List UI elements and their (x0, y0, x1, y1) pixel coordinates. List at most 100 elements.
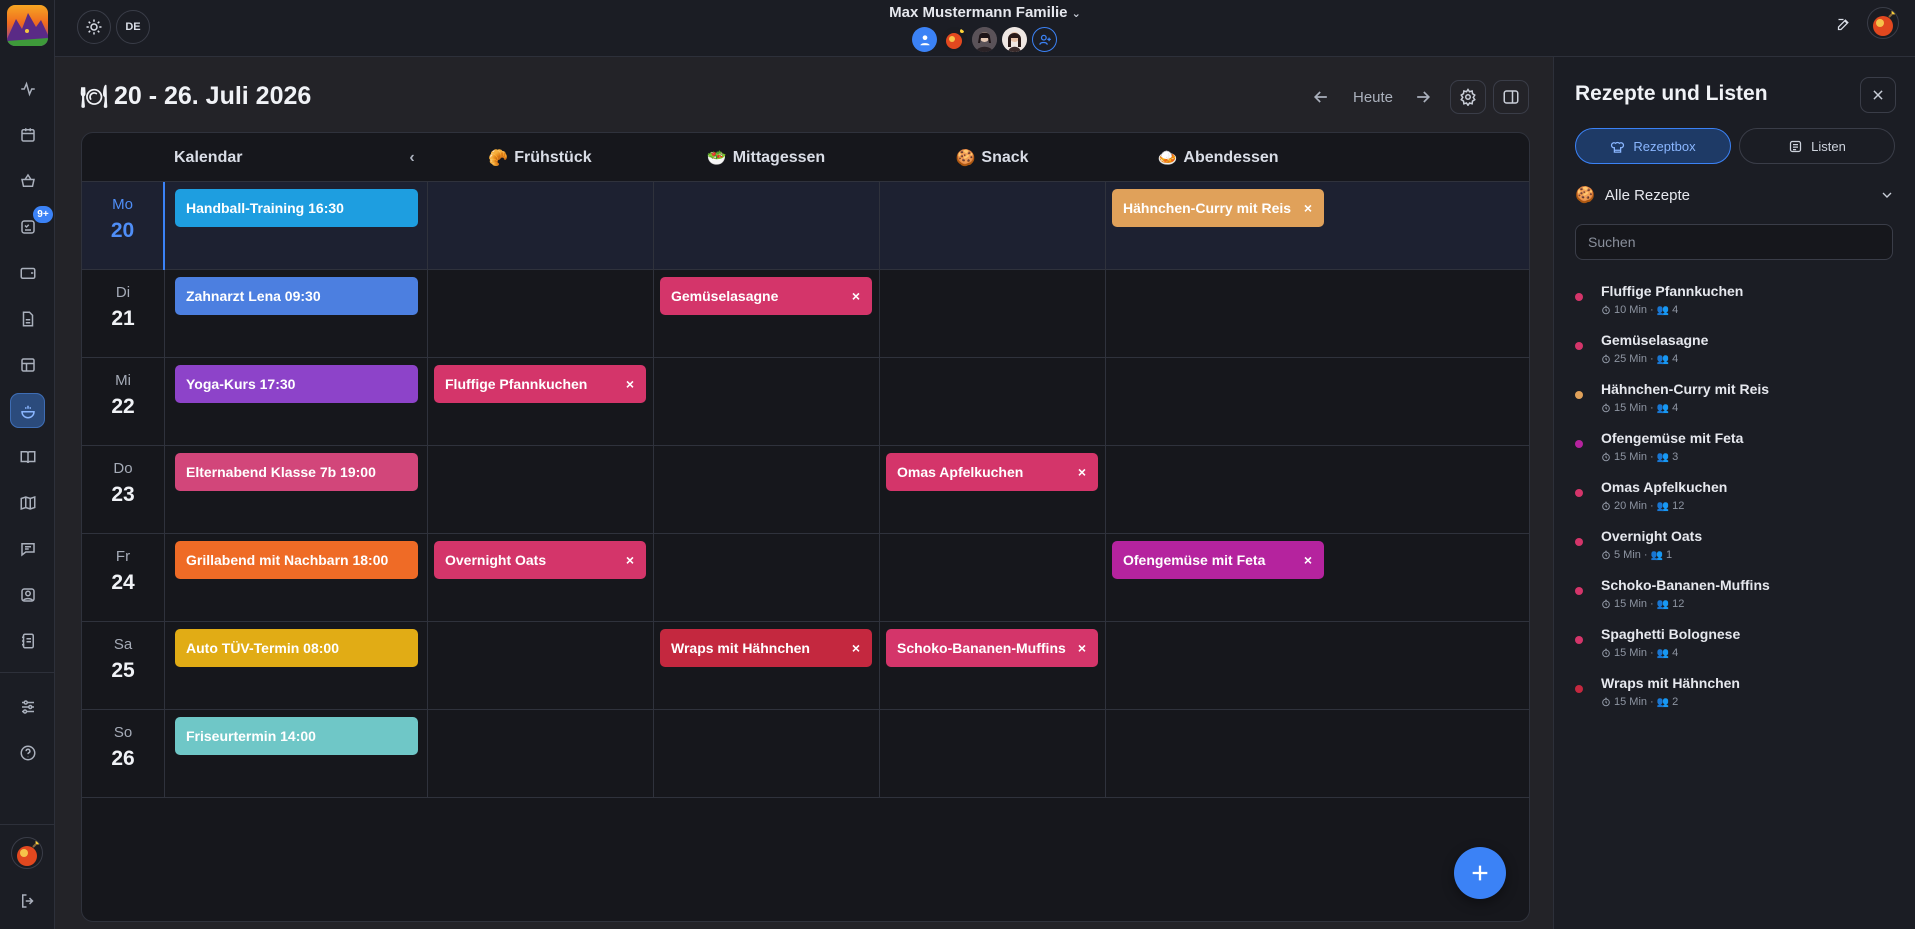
meal-entry[interactable]: Wraps mit Hähnchen × (660, 629, 872, 667)
salad-icon: 🥗 (706, 149, 727, 167)
meal-label: Fluffige Pfannkuchen (445, 376, 588, 392)
remove-meal-icon[interactable]: × (1078, 453, 1086, 491)
remove-meal-icon[interactable]: × (626, 541, 634, 579)
meal-icon[interactable] (10, 393, 45, 428)
user-avatar[interactable] (11, 837, 43, 869)
tab-rezeptbox[interactable]: Rezeptbox (1575, 128, 1731, 164)
next-week-button[interactable] (1408, 80, 1438, 114)
settings-gear-icon[interactable] (1450, 80, 1486, 114)
activity-icon[interactable] (10, 71, 45, 106)
column-label: Snack (981, 148, 1029, 166)
calendar-event[interactable]: Grillabend mit Nachbarn 18:00 (175, 541, 418, 579)
recipe-item[interactable]: Spaghetti Bolognese 15 Min · 👥 4 (1575, 626, 1895, 674)
calendar-event[interactable]: Friseurtermin 14:00 (175, 717, 418, 755)
calendar-event[interactable]: Zahnarzt Lena 09:30 (175, 277, 418, 315)
recipe-item[interactable]: Overnight Oats 5 Min · 👥 1 (1575, 528, 1895, 576)
calendar-event[interactable]: Elternabend Klasse 7b 19:00 (175, 453, 418, 491)
chat-icon[interactable] (10, 531, 45, 566)
recipe-color-dot (1575, 636, 1583, 644)
member-avatar-bomb[interactable] (942, 27, 967, 52)
member-avatar-user-icon[interactable] (912, 27, 937, 52)
toggle-panel-icon[interactable] (1493, 80, 1529, 114)
add-member-icon[interactable] (1032, 27, 1057, 52)
close-icon[interactable] (1860, 77, 1896, 113)
meal-entry[interactable]: Omas Apfelkuchen × (886, 453, 1098, 491)
photo-icon[interactable] (10, 577, 45, 612)
app-logo[interactable] (7, 5, 48, 46)
recipe-item[interactable]: Schoko-Bananen-Muffins 15 Min · 👥 12 (1575, 577, 1895, 625)
recipe-time: 15 Min (1614, 696, 1648, 708)
recipe-name: Schoko-Bananen-Muffins (1601, 577, 1770, 593)
basket-icon[interactable] (10, 163, 45, 198)
member-avatar-photo-2[interactable] (1002, 27, 1027, 52)
map-icon[interactable] (10, 485, 45, 520)
servings-icon: 👥 (1656, 598, 1670, 610)
day-name: Fr (115, 548, 131, 565)
meta-separator: · (1643, 549, 1648, 561)
rail-divider (0, 672, 55, 673)
calendar-icon[interactable] (10, 117, 45, 152)
calendar-event[interactable]: Auto TÜV-Termin 08:00 (175, 629, 418, 667)
sidebar: 9+ (0, 0, 55, 929)
recipe-time: 20 Min (1614, 500, 1648, 512)
family-selector[interactable]: Max Mustermann Familie ⌄ (55, 4, 1915, 21)
recipe-name: Overnight Oats (1601, 528, 1703, 544)
meal-entry[interactable]: Schoko-Bananen-Muffins × (886, 629, 1098, 667)
servings-icon: 👥 (1656, 353, 1670, 365)
meal-entry[interactable]: Fluffige Pfannkuchen × (434, 365, 646, 403)
meal-entry[interactable]: Hähnchen-Curry mit Reis × (1112, 189, 1324, 227)
member-avatar-photo-1[interactable] (972, 27, 997, 52)
help-icon[interactable] (10, 735, 45, 770)
remove-meal-icon[interactable]: × (852, 277, 860, 315)
table-icon[interactable] (10, 347, 45, 382)
meal-entry[interactable]: Overnight Oats × (434, 541, 646, 579)
column-label: Mittagessen (732, 148, 826, 166)
curry-icon: 🍛 (1157, 149, 1178, 167)
logout-icon[interactable] (10, 883, 45, 918)
remove-meal-icon[interactable]: × (1078, 629, 1086, 667)
recipe-meta: 15 Min · 👥 12 (1601, 598, 1684, 610)
day-cell: So 26 (82, 710, 165, 798)
account-avatar[interactable] (1867, 7, 1899, 39)
meal-label: Omas Apfelkuchen (897, 464, 1024, 480)
meal-entry[interactable]: Gemüselasagne × (660, 277, 872, 315)
recipe-item[interactable]: Hähnchen-Curry mit Reis 15 Min · 👥 4 (1575, 381, 1895, 429)
wallet-icon[interactable] (10, 255, 45, 290)
remove-meal-icon[interactable]: × (626, 365, 634, 403)
recipe-filter-dropdown[interactable]: 🍪 Alle Rezepte (1575, 185, 1895, 205)
recipe-item[interactable]: Ofengemüse mit Feta 15 Min · 👥 3 (1575, 430, 1895, 478)
remove-meal-icon[interactable]: × (1304, 541, 1312, 579)
tab-listen[interactable]: Listen (1739, 128, 1895, 164)
remove-meal-icon[interactable]: × (852, 629, 860, 667)
notebook-icon[interactable] (10, 623, 45, 658)
recipe-item[interactable]: Gemüselasagne 25 Min · 👥 4 (1575, 332, 1895, 380)
prev-week-button[interactable] (1306, 80, 1336, 114)
recipe-search-input[interactable] (1575, 224, 1893, 260)
servings-icon: 👥 (1656, 500, 1670, 512)
collapse-calendar-icon[interactable]: ‹ (397, 133, 427, 182)
calendar-row: Mo 20 Handball-Training 16:30 Hähnchen-Curr… (82, 182, 1529, 270)
tasks-badge: 9+ (33, 206, 53, 223)
add-meal-button[interactable] (1454, 847, 1506, 899)
recipe-servings: 12 (1672, 598, 1685, 610)
settings-sliders-icon[interactable] (10, 689, 45, 724)
remove-meal-icon[interactable]: × (1304, 189, 1312, 227)
meal-entry[interactable]: Ofengemüse mit Feta × (1112, 541, 1324, 579)
top-bar: DE Max Mustermann Familie ⌄ (55, 0, 1915, 57)
meal-label: Overnight Oats (445, 552, 547, 568)
book-icon[interactable] (10, 439, 45, 474)
recipe-item[interactable]: Omas Apfelkuchen 20 Min · 👥 12 (1575, 479, 1895, 527)
document-icon[interactable] (10, 301, 45, 336)
day-name: Mi (115, 372, 131, 389)
recipe-item[interactable]: Wraps mit Hähnchen 15 Min · 👥 2 (1575, 675, 1895, 723)
calendar-event[interactable]: Yoga-Kurs 17:30 (175, 365, 418, 403)
recipe-item[interactable]: Fluffige Pfannkuchen 10 Min · 👥 4 (1575, 283, 1895, 331)
column-header-lunch: 🥗 Mittagessen (653, 133, 879, 182)
today-button[interactable]: Heute (1348, 80, 1398, 114)
tab-label: Listen (1811, 138, 1846, 154)
calendar-event[interactable]: Handball-Training 16:30 (175, 189, 418, 227)
meal-label: Hähnchen-Curry mit Reis (1123, 200, 1292, 216)
edit-icon[interactable] (1836, 17, 1851, 32)
servings-icon: 👥 (1656, 451, 1670, 463)
clock-icon (1602, 305, 1610, 315)
